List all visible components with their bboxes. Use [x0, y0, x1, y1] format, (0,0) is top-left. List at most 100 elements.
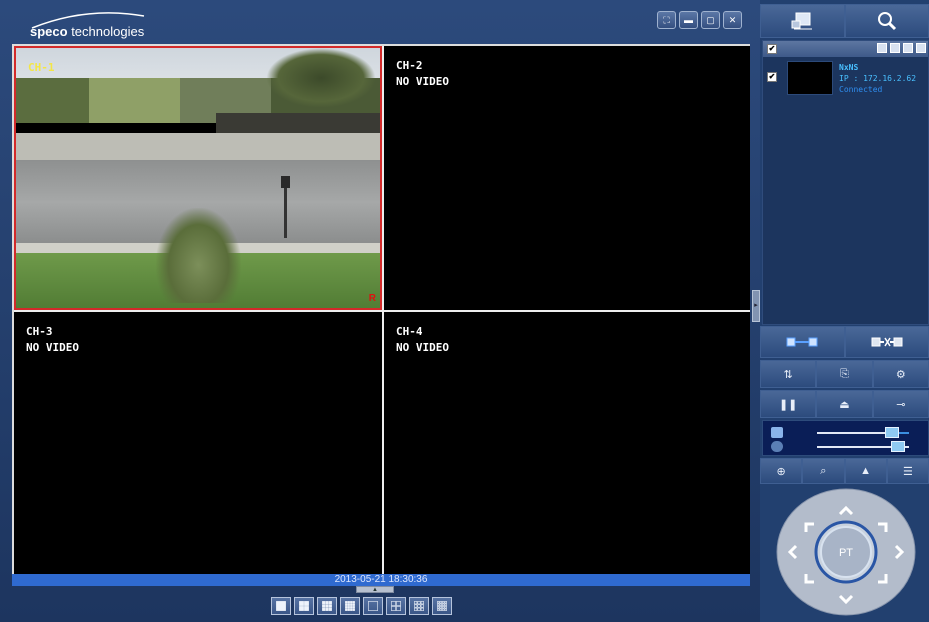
device-tree: ✔ ✔ NxNS IP : 172.16.2.62 Connected — [762, 40, 929, 325]
device-add-icon[interactable] — [877, 43, 887, 53]
minimize-icon: ▬ — [684, 15, 693, 25]
snapshot-list-icon: ☰ — [902, 465, 913, 478]
ptz-label: PT — [839, 547, 853, 559]
snapshot-list-button[interactable]: ☰ — [886, 458, 929, 484]
zoom-search-button[interactable]: ⌕ — [802, 458, 845, 484]
microphone-icon[interactable] — [771, 441, 783, 452]
layout-1x1-button[interactable] — [271, 597, 291, 615]
layout-grid-icon — [414, 601, 424, 611]
alarm-button[interactable]: ⏏ — [816, 390, 873, 418]
picture-button[interactable]: ▲ — [844, 458, 887, 484]
collapse-toggle[interactable]: ▲ — [356, 586, 394, 593]
channel-label: CH-3 — [26, 325, 53, 338]
device-ip: IP : 172.16.2.62 — [839, 74, 917, 83]
record-button[interactable]: ⊸ — [872, 390, 929, 418]
timestamp: 2013-05-21 18:30:36 — [334, 574, 428, 585]
main-view: speco technologies ⛶ ▬ ▢ ✕ CH-1 R CH-2 NO V… — [0, 0, 760, 622]
collapse-arrow-icon: ▲ — [372, 587, 378, 593]
channel-4-view[interactable]: CH-4 NO VIDEO — [384, 312, 750, 574]
timestamp-bar: 2013-05-21 18:30:36 — [12, 574, 750, 586]
close-icon: ✕ — [728, 14, 737, 25]
channel-status: NO VIDEO — [396, 75, 449, 88]
export-button[interactable]: ⎘ — [816, 360, 873, 388]
device-list-tab[interactable] — [760, 4, 845, 38]
layout-grid-icon — [368, 601, 378, 611]
device-tree-header: ✔ — [763, 41, 928, 57]
channel-2-view[interactable]: CH-2 NO VIDEO — [384, 46, 750, 310]
chevron-right-icon: ▸ — [754, 302, 758, 309]
panel-splitter[interactable]: ▸ — [752, 290, 760, 322]
alarm-icon: ⏏ — [839, 398, 850, 411]
record-icon: ⊸ — [896, 398, 906, 411]
layout-4x4-alt-button[interactable] — [432, 597, 452, 615]
layout-grid-icon — [276, 601, 286, 611]
zoom-search-icon: ⌕ — [820, 464, 827, 477]
connection-controls — [760, 326, 929, 358]
device-remove-icon[interactable] — [903, 43, 913, 53]
logo-rest: technologies — [67, 24, 145, 39]
fullscreen-icon: ⛶ — [663, 14, 670, 25]
layout-grid-icon — [437, 601, 447, 611]
device-item[interactable]: ✔ NxNS IP : 172.16.2.62 Connected — [763, 59, 928, 99]
device-edit-icon[interactable] — [890, 43, 900, 53]
channel-label: CH-1 — [28, 61, 55, 74]
device-thumbnail — [787, 61, 833, 95]
layout-toolbar — [271, 597, 452, 615]
window-controls: ⛶ ▬ ▢ ✕ — [657, 11, 742, 29]
layout-grid-icon — [322, 601, 332, 611]
layout-2x2-button[interactable] — [294, 597, 314, 615]
channel-status: NO VIDEO — [396, 341, 449, 354]
speaker-volume-slider[interactable] — [885, 427, 900, 438]
connect-button[interactable] — [760, 326, 845, 358]
device-name: NxNS — [839, 63, 859, 72]
layout-3x3-button[interactable] — [317, 597, 337, 615]
maximize-icon: ▢ — [706, 14, 715, 25]
fullscreen-button[interactable]: ⛶ — [657, 11, 676, 29]
search-tab[interactable] — [844, 4, 929, 38]
video-grid: CH-1 R CH-2 NO VIDEO CH-3 NO VIDEO CH-4 … — [12, 44, 750, 574]
pause-icon: ❚❚ — [778, 398, 798, 411]
close-button[interactable]: ✕ — [723, 11, 742, 29]
zoom-in-icon: ⊕ — [776, 465, 786, 478]
search-icon — [877, 12, 896, 31]
layout-4x4-button[interactable] — [340, 597, 360, 615]
device-checkbox[interactable]: ✔ — [767, 72, 777, 82]
ptz-control: PT — [776, 488, 916, 616]
channel-3-view[interactable]: CH-3 NO VIDEO — [14, 312, 382, 574]
speaker-icon[interactable] — [771, 427, 783, 438]
layout-grid-icon — [299, 601, 309, 611]
record-indicator: R — [368, 293, 376, 304]
disconnect-button[interactable] — [844, 326, 929, 358]
grid-divider — [14, 310, 750, 312]
channel-1-view[interactable]: CH-1 R — [14, 46, 382, 310]
logo-bold: speco — [30, 24, 68, 39]
device-status: Connected — [839, 85, 883, 94]
select-all-checkbox[interactable]: ✔ — [767, 44, 777, 54]
speaker-volume-row — [771, 427, 926, 439]
view-controls: ⊕ ⌕ ▲ ☰ — [760, 458, 929, 484]
picture-icon: ▲ — [860, 465, 872, 477]
channel-label: CH-4 — [396, 325, 423, 338]
device-info-icon[interactable] — [916, 43, 926, 53]
channel-label: CH-2 — [396, 59, 423, 72]
panel-tabs — [760, 4, 929, 38]
mic-volume-slider[interactable] — [890, 441, 905, 452]
layout-grid-icon — [345, 601, 355, 611]
control-row-2: ❚❚ ⏏ ⊸ — [760, 390, 929, 418]
layout-2x2-alt-button[interactable] — [386, 597, 406, 615]
minimize-button[interactable]: ▬ — [679, 11, 698, 29]
mic-volume-row — [771, 441, 926, 453]
camera-settings-button[interactable]: ⚙ — [872, 360, 929, 388]
connect-icon — [786, 337, 818, 347]
layout-grid-icon — [391, 601, 401, 611]
maximize-button[interactable]: ▢ — [701, 11, 720, 29]
layout-single-button[interactable] — [363, 597, 383, 615]
layout-3x3-alt-button[interactable] — [409, 597, 429, 615]
device-list-icon — [791, 12, 813, 30]
sort-button[interactable]: ⇅ — [760, 360, 817, 388]
pause-button[interactable]: ❚❚ — [760, 390, 817, 418]
camera-settings-icon: ⚙ — [895, 368, 906, 381]
speco-logo: speco technologies — [22, 12, 152, 42]
zoom-in-button[interactable]: ⊕ — [760, 458, 803, 484]
channel-status: NO VIDEO — [26, 341, 79, 354]
